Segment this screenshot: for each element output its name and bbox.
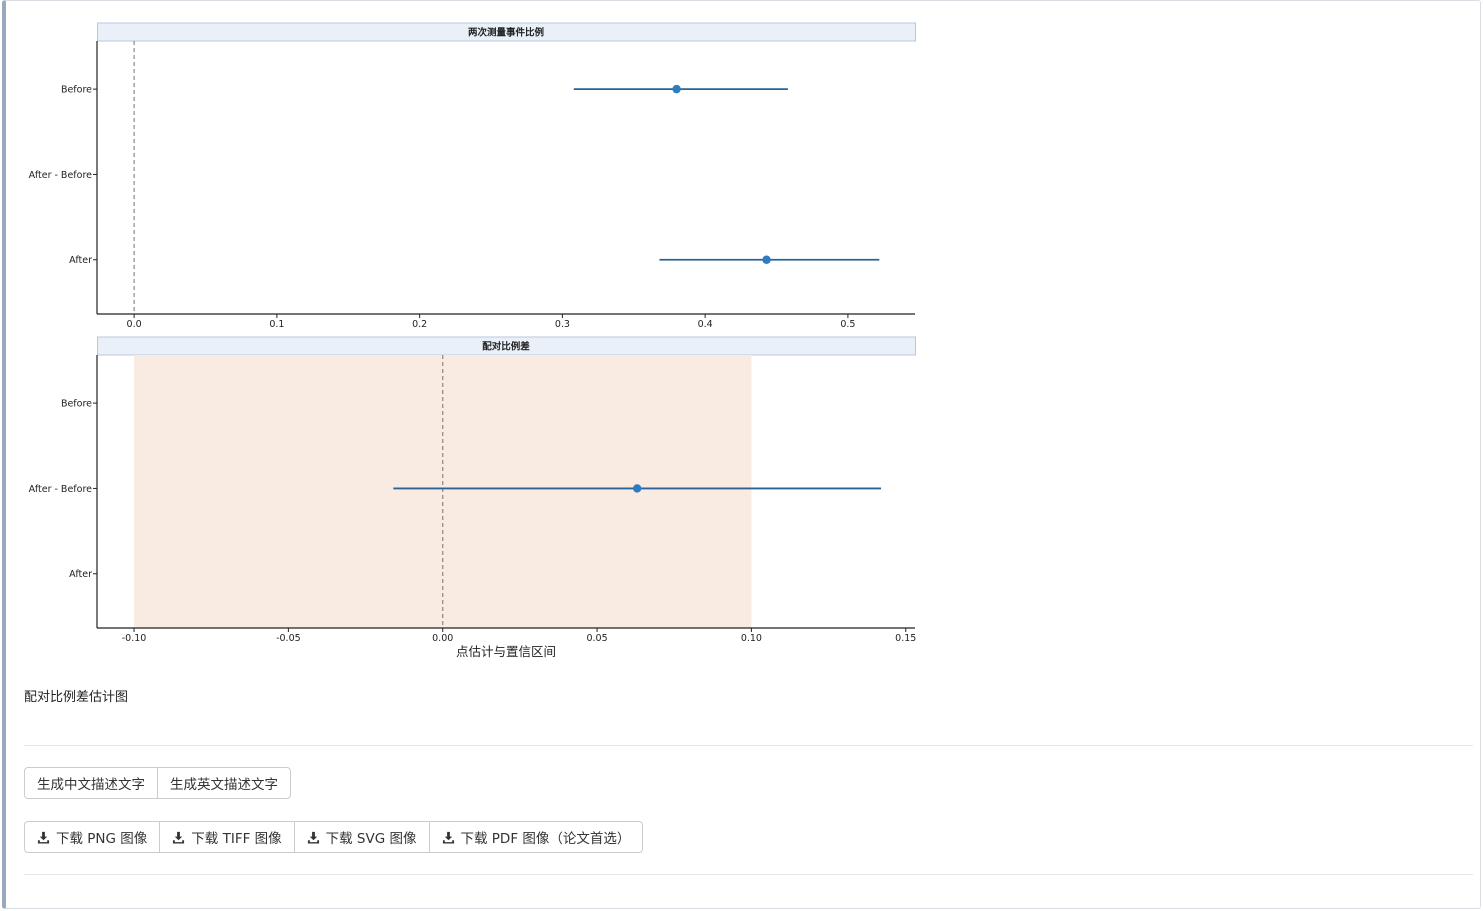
panel-title: 配对比例差 — [482, 341, 530, 353]
panel-title: 两次测量事件比例 — [468, 27, 544, 39]
download-icon — [173, 831, 185, 844]
x-tick-label: 0.4 — [698, 319, 713, 330]
y-tick-label: After — [69, 255, 92, 266]
download-icon — [37, 831, 50, 844]
x-tick-label: 0.10 — [741, 633, 762, 644]
point-estimate — [762, 255, 771, 264]
y-tick-label: After - Before — [29, 170, 92, 181]
button-label: 下载 SVG 图像 — [325, 831, 417, 847]
x-axis-title: 点估计与置信区间 — [456, 644, 556, 659]
point-estimate — [632, 484, 642, 493]
download-button-group: 下载 PNG 图像 下载 TIFF 图像 下载 SVG 图像 下载 PDF 图像… — [24, 821, 644, 853]
x-tick-label: -0.10 — [122, 633, 147, 644]
figure-caption: 配对比例差估计图 — [24, 690, 129, 705]
result-panel: 两次测量事件比例 Before After - Before After 0.0 0.1 0… — [2, 0, 1481, 909]
y-tick-label: After — [69, 569, 92, 580]
download-icon — [307, 831, 319, 844]
forest-plot: 两次测量事件比例BeforeAfter - BeforeAfter0.0 0.1 0… — [29, 22, 916, 659]
button-label: 下载 PDF 图像（论文首选） — [460, 831, 631, 847]
generate-chinese-description-button[interactable]: 生成中文描述文字 — [24, 767, 158, 799]
x-tick-label: -0.05 — [276, 633, 301, 644]
point-estimate — [672, 84, 681, 94]
download-png-button[interactable]: 下载 PNG 图像 — [24, 821, 161, 853]
x-tick-label: 0.00 — [432, 633, 453, 644]
x-tick-label: 0.5 — [840, 319, 855, 330]
x-tick-label: 0.05 — [586, 633, 607, 644]
generate-english-description-button[interactable]: 生成英文描述文字 — [157, 767, 291, 799]
describe-button-group: 生成中文描述文字 生成英文描述文字 — [24, 767, 291, 799]
download-icon — [442, 831, 454, 844]
y-tick-label: Before — [61, 399, 92, 410]
divider — [24, 745, 1473, 746]
button-label: 下载 TIFF 图像 — [191, 831, 282, 847]
x-tick-label: 0.1 — [269, 319, 284, 330]
x-tick-label: 0.3 — [555, 319, 570, 330]
download-pdf-button[interactable]: 下载 PDF 图像（论文首选） — [428, 821, 644, 853]
download-svg-button[interactable]: 下载 SVG 图像 — [293, 821, 430, 853]
button-label: 生成中文描述文字 — [37, 777, 145, 793]
y-tick-label: After - Before — [29, 484, 92, 495]
y-tick-label: Before — [61, 85, 92, 96]
divider — [24, 874, 1473, 875]
button-label: 下载 PNG 图像 — [56, 831, 148, 847]
x-tick-label: 0.2 — [412, 319, 427, 330]
download-tiff-button[interactable]: 下载 TIFF 图像 — [159, 821, 295, 853]
button-label: 生成英文描述文字 — [170, 777, 278, 793]
x-tick-label: 0.0 — [127, 319, 142, 330]
x-tick-label: 0.15 — [895, 633, 916, 644]
